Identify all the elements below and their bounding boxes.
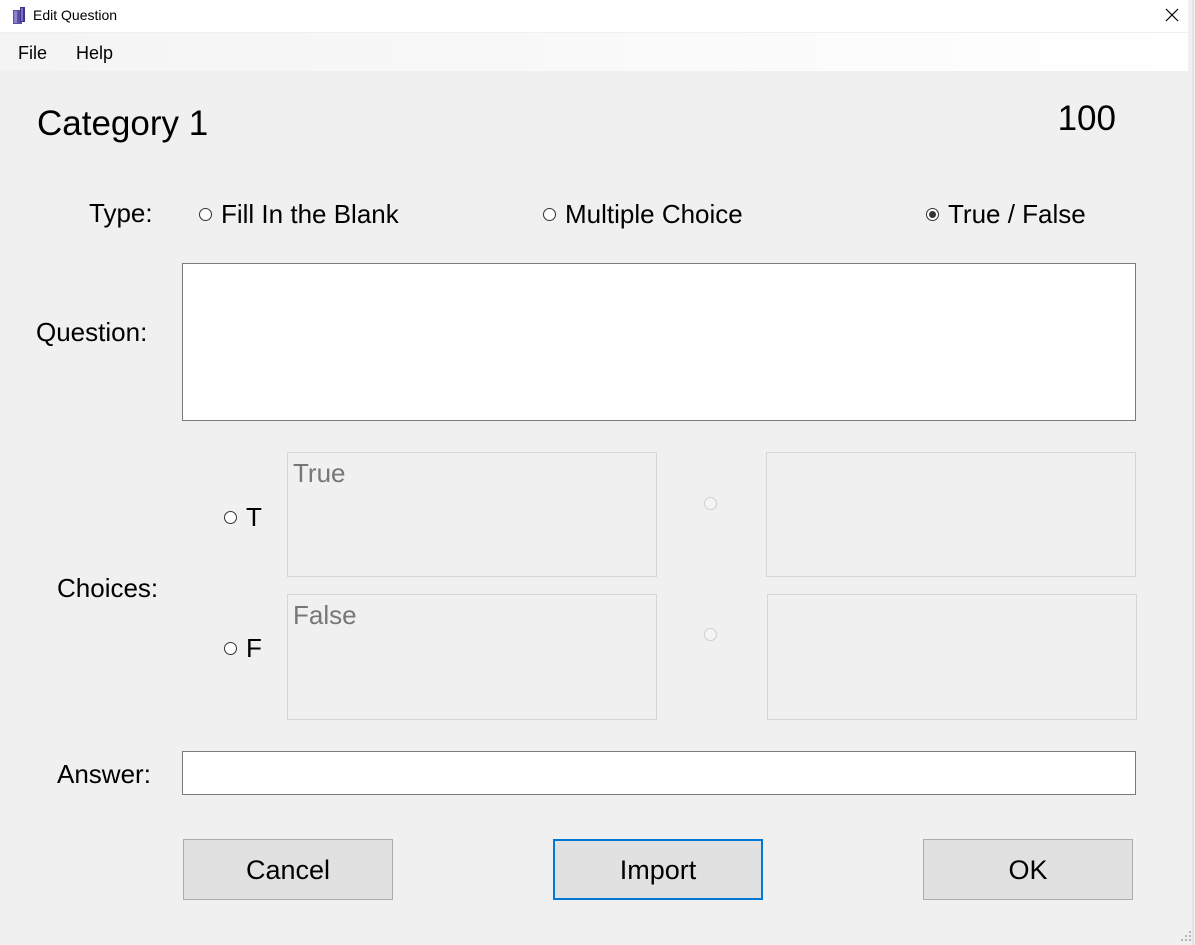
choice-letter: F [246, 633, 262, 663]
import-button[interactable]: Import [553, 839, 763, 900]
type-option-multiple-choice[interactable]: Multiple Choice [543, 198, 743, 230]
radio-button-selected[interactable] [926, 207, 939, 221]
category-title: Category 1 [37, 104, 209, 143]
title-bar: Edit Question [0, 0, 1195, 32]
edit-question-window: Edit Question File Help Category 1 100 T… [0, 0, 1195, 945]
choices-label: Choices: [57, 573, 159, 603]
radio-button[interactable] [224, 510, 237, 524]
choice-extra-field [767, 594, 1137, 720]
answer-label: Answer: [57, 759, 151, 789]
choice-false-field: False [287, 594, 657, 720]
question-label: Question: [36, 317, 148, 347]
type-option-label: True / False [948, 199, 1086, 229]
type-option-true-false[interactable]: True / False [926, 198, 1086, 230]
window-title: Edit Question [33, 7, 118, 23]
radio-button[interactable] [543, 207, 556, 221]
choice-radio-disabled [704, 497, 717, 510]
question-input[interactable] [182, 263, 1136, 421]
window-edge [1188, 0, 1195, 945]
menu-bar: File Help [0, 33, 1195, 71]
type-option-fill-in-the-blank[interactable]: Fill In the Blank [199, 198, 399, 230]
type-option-label: Multiple Choice [565, 199, 743, 229]
radio-button[interactable] [199, 207, 212, 221]
close-icon [1165, 8, 1178, 22]
type-option-label: Fill In the Blank [221, 199, 399, 229]
choice-letter: T [246, 502, 262, 532]
choice-true-field: True [287, 452, 657, 577]
menu-file[interactable]: File [18, 42, 47, 64]
book-icon [13, 7, 25, 24]
choice-radio-false[interactable]: F [224, 632, 262, 664]
menu-help[interactable]: Help [76, 42, 113, 64]
radio-button[interactable] [224, 641, 237, 655]
ok-button[interactable]: OK [923, 839, 1133, 900]
answer-input[interactable] [182, 751, 1136, 795]
cancel-button[interactable]: Cancel [183, 839, 393, 900]
choice-radio-disabled [704, 628, 717, 641]
type-label: Type: [89, 198, 153, 228]
points-value: 100 [1057, 99, 1116, 138]
resize-grip-icon[interactable] [1180, 930, 1192, 942]
choice-radio-true[interactable]: T [224, 501, 262, 533]
choice-extra-field [766, 452, 1136, 577]
